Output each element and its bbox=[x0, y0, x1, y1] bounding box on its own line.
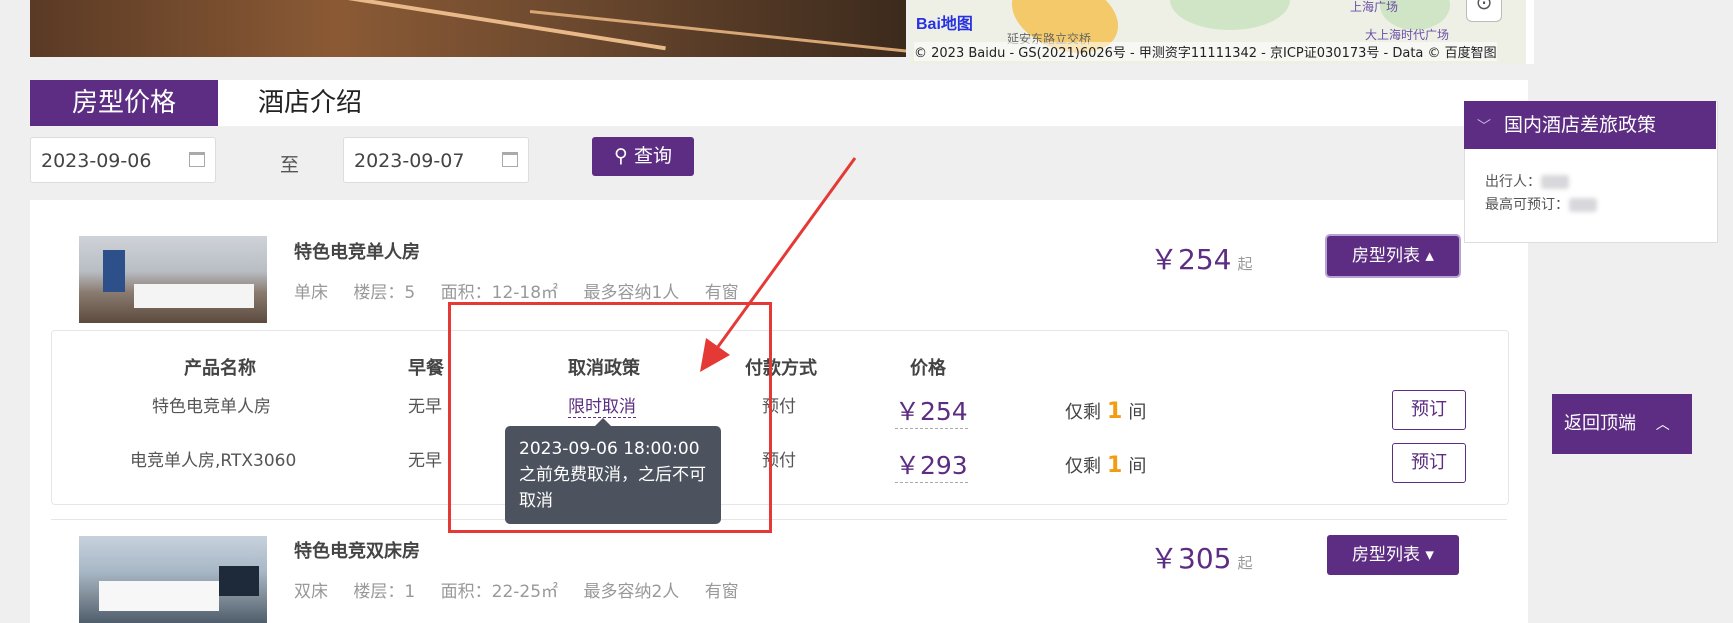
search-button[interactable]: ⚲ 查询 bbox=[592, 137, 694, 176]
room-specs: 双床 楼层：1 面积：22-25㎡ 最多容纳2人 有窗 bbox=[294, 577, 759, 602]
room-spec-bed: 单床 bbox=[294, 283, 328, 303]
room-spec-area: 面积：12-18㎡ bbox=[440, 283, 559, 303]
tab-room-price[interactable]: 房型价格 bbox=[30, 80, 218, 126]
calendar-icon bbox=[502, 152, 518, 167]
book-button[interactable]: 预订 bbox=[1392, 443, 1466, 483]
header-breakfast: 早餐 bbox=[408, 358, 444, 379]
checkout-date-value: 2023-09-07 bbox=[354, 150, 465, 172]
map-place-label: 大上海时代广场 bbox=[1365, 28, 1450, 42]
room-name[interactable]: 特色电竞双床房 bbox=[294, 537, 420, 563]
rooms-remaining: 仅剩 1 间 bbox=[1065, 399, 1147, 424]
max-booking-line: 最高可预订： bbox=[1485, 194, 1597, 214]
room-name[interactable]: 特色电竞单人房 bbox=[294, 238, 420, 264]
room-spec-bed: 双床 bbox=[294, 582, 328, 602]
room-price: ￥305 起 bbox=[1150, 542, 1253, 575]
room-spec-floor: 楼层：5 bbox=[353, 283, 416, 303]
checkin-date-value: 2023-09-06 bbox=[41, 150, 152, 172]
product-price: ￥254 bbox=[895, 392, 968, 429]
breakfast: 无早 bbox=[408, 397, 442, 417]
hotel-photo-banner[interactable] bbox=[30, 0, 906, 57]
checkin-date-input[interactable]: 2023-09-06 bbox=[30, 137, 216, 183]
traveler-line: 出行人： bbox=[1485, 171, 1569, 191]
product-price: ￥293 bbox=[895, 446, 968, 483]
room-thumbnail[interactable] bbox=[79, 536, 267, 623]
room-spec-area: 面积：22-25㎡ bbox=[440, 582, 559, 602]
redacted-traveler bbox=[1541, 175, 1569, 189]
tab-hotel-intro[interactable]: 酒店介绍 bbox=[258, 80, 362, 126]
search-button-label: 查询 bbox=[633, 145, 672, 167]
back-to-top-label: 返回顶端 bbox=[1564, 413, 1636, 434]
redacted-max-booking bbox=[1569, 198, 1597, 212]
chevron-down-icon[interactable]: ﹀ bbox=[1464, 103, 1504, 151]
room-spec-capacity: 最多容纳2人 bbox=[583, 582, 680, 602]
chevron-up-icon: ︿ bbox=[1655, 417, 1670, 433]
map-locate-icon[interactable]: ⊙ bbox=[1466, 0, 1502, 22]
hotel-map[interactable]: Bai地图 延安东路立交桥 上海广场 大上海时代广场 ⊙ © 2023 Baid… bbox=[910, 0, 1534, 64]
search-icon: ⚲ bbox=[614, 145, 628, 167]
breakfast: 无早 bbox=[408, 451, 442, 471]
product-name: 特色电竞单人房 bbox=[152, 397, 271, 417]
room-thumbnail[interactable] bbox=[79, 236, 267, 323]
room-price: ￥254 起 bbox=[1150, 243, 1253, 276]
rooms-remaining: 仅剩 1 间 bbox=[1065, 453, 1147, 478]
map-copyright: © 2023 Baidu - GS(2021)6026号 - 甲测资字11111… bbox=[914, 42, 1497, 61]
book-button[interactable]: 预订 bbox=[1392, 390, 1466, 430]
room-specs: 单床 楼层：5 面积：12-18㎡ 最多容纳1人 有窗 bbox=[294, 278, 759, 303]
header-product-name: 产品名称 bbox=[184, 358, 256, 379]
map-place-label: 上海广场 bbox=[1350, 0, 1399, 14]
row-divider bbox=[51, 519, 1507, 520]
header-price: 价格 bbox=[910, 358, 946, 379]
checkout-date-input[interactable]: 2023-09-07 bbox=[343, 137, 529, 183]
max-booking-label: 最高可预订： bbox=[1485, 197, 1569, 213]
back-to-top-button[interactable]: 返回顶端 ︿ bbox=[1552, 394, 1692, 454]
room-list-toggle-button[interactable]: 房型列表 ▴ bbox=[1327, 236, 1459, 276]
tabs-bar bbox=[30, 80, 1528, 126]
traveler-label: 出行人： bbox=[1485, 174, 1541, 190]
travel-policy-title: 国内酒店差旅政策 bbox=[1504, 114, 1657, 136]
room-list-toggle-button[interactable]: 房型列表 ▾ bbox=[1327, 535, 1459, 575]
baidu-map-logo: Bai地图 bbox=[916, 16, 973, 33]
date-to-label: 至 bbox=[280, 154, 300, 176]
product-name: 电竞单人房,RTX3060 bbox=[130, 451, 297, 471]
room-spec-window: 有窗 bbox=[704, 582, 739, 602]
annotation-arrow bbox=[700, 157, 857, 372]
calendar-icon bbox=[189, 152, 205, 167]
travel-policy-header[interactable]: ﹀ 国内酒店差旅政策 bbox=[1464, 101, 1716, 149]
room-spec-floor: 楼层：1 bbox=[353, 582, 416, 602]
room-spec-capacity: 最多容纳1人 bbox=[583, 283, 680, 303]
